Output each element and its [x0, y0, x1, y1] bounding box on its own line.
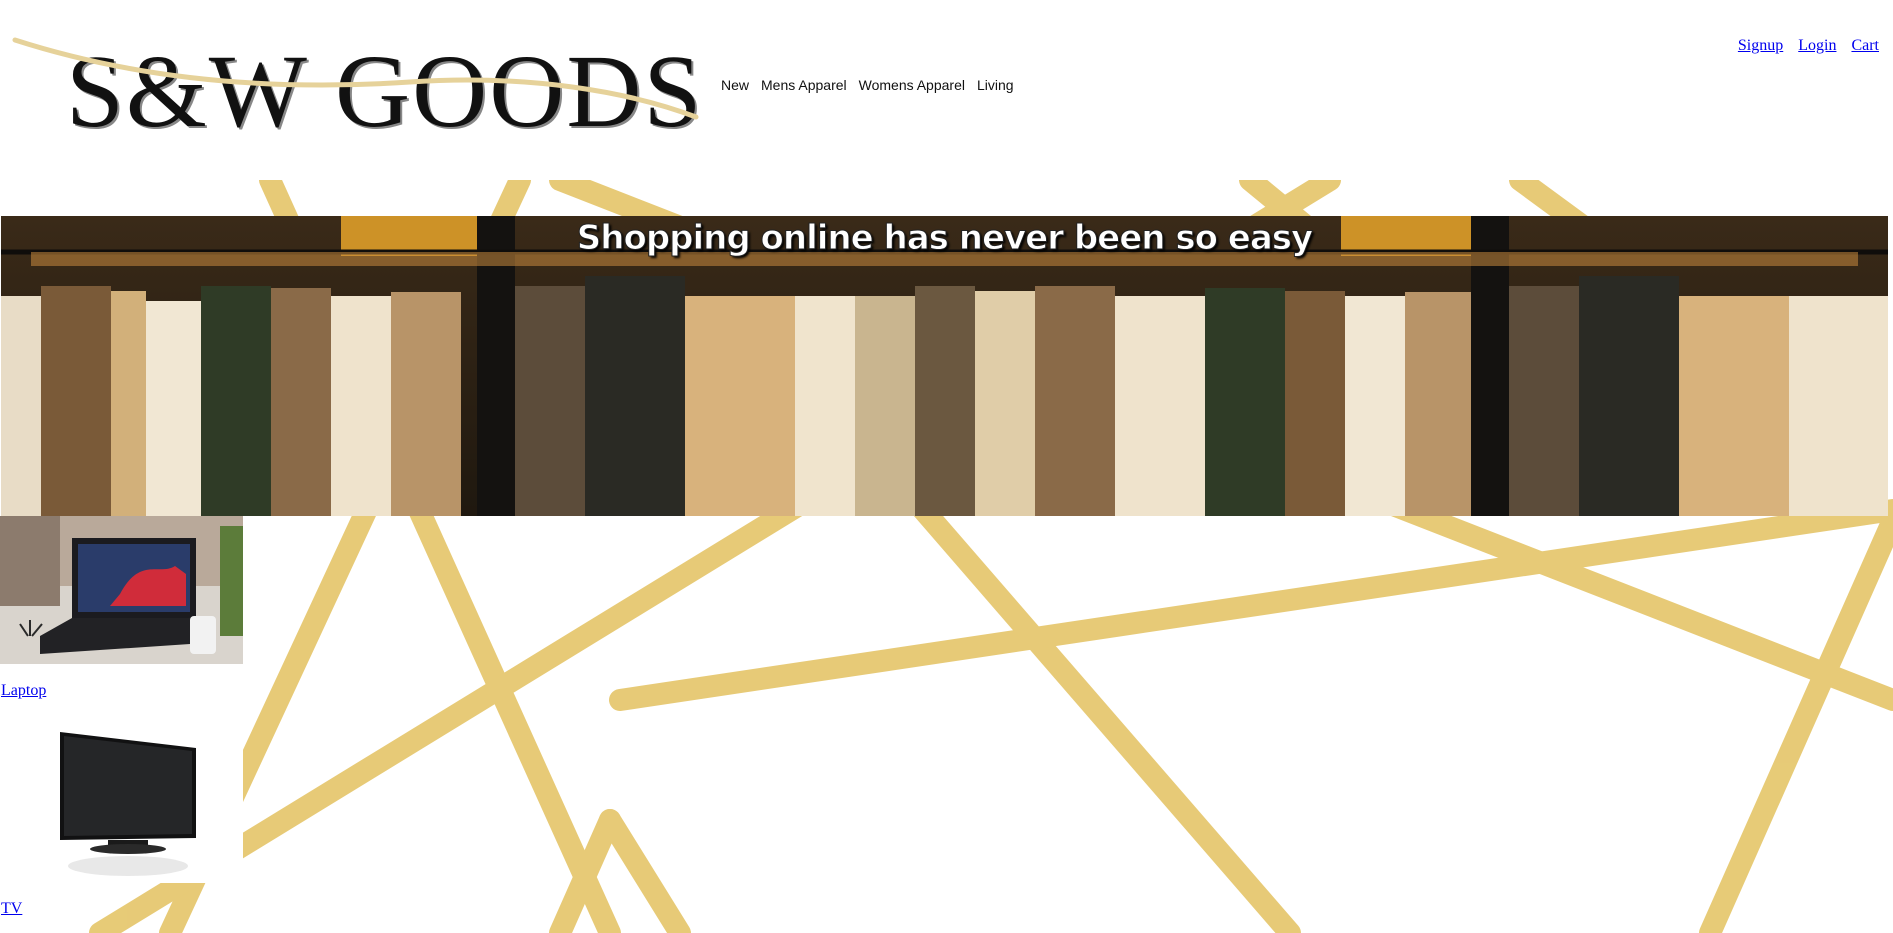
tv-photo	[0, 718, 243, 883]
site-header: S&W GOODS New Mens Apparel Womens Appare…	[0, 0, 1893, 180]
page: S&W GOODS New Mens Apparel Womens Appare…	[0, 0, 1893, 933]
tv-image[interactable]	[0, 718, 243, 883]
nav-item-mens-apparel[interactable]: Mens Apparel	[761, 77, 847, 93]
cart-link[interactable]: Cart	[1851, 37, 1879, 55]
product-link-laptop[interactable]: Laptop	[1, 682, 46, 700]
product-link-tv[interactable]: TV	[1, 900, 22, 918]
logo-text: S&W GOODS	[66, 34, 704, 149]
nav-item-womens-apparel[interactable]: Womens Apparel	[859, 77, 965, 93]
nav-item-new[interactable]: New	[721, 77, 749, 93]
login-link[interactable]: Login	[1798, 37, 1836, 55]
hero-title: Shopping online has never been so easy	[576, 218, 1313, 259]
laptop-image[interactable]	[0, 516, 243, 664]
clothing-rack-image	[1, 216, 1888, 516]
account-links: Signup Login Cart	[1738, 37, 1879, 55]
main-nav: New Mens Apparel Womens Apparel Living	[721, 77, 1014, 93]
nav-item-living[interactable]: Living	[977, 77, 1014, 93]
signup-link[interactable]: Signup	[1738, 37, 1783, 55]
hero-banner: Shopping online has never been so easy	[1, 216, 1888, 516]
laptop-photo	[0, 516, 243, 664]
brand-logo[interactable]: S&W GOODS	[10, 22, 710, 149]
